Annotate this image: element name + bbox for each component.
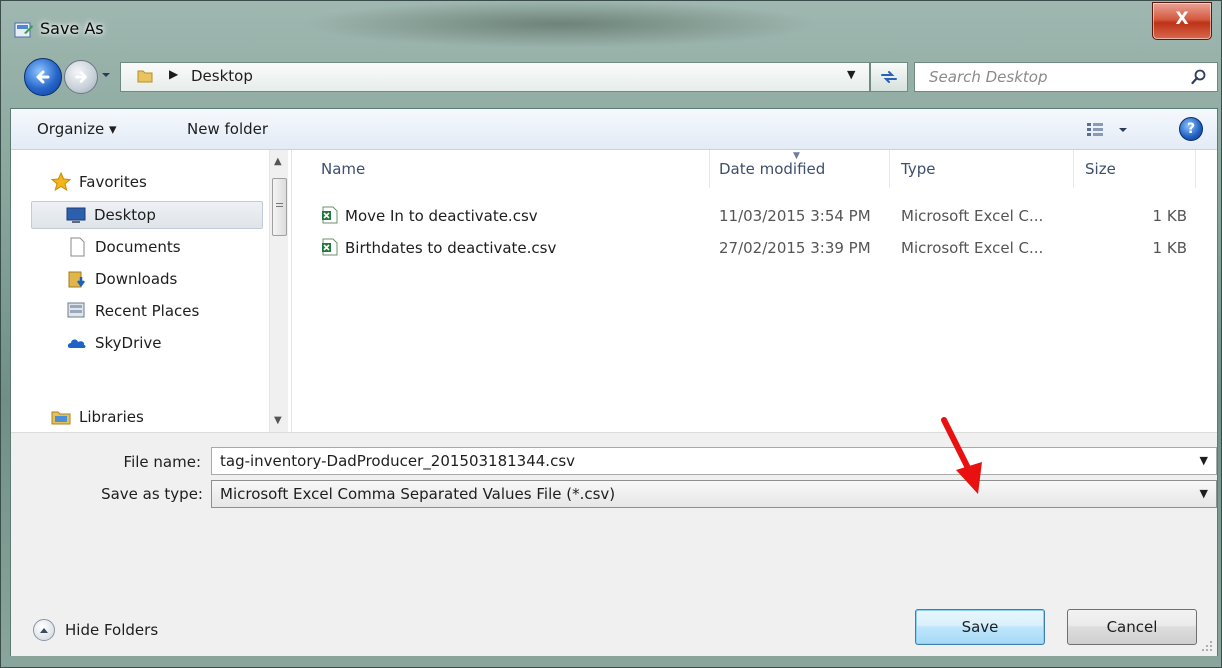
file-name: Move In to deactivate.csv <box>345 207 538 225</box>
cancel-button[interactable]: Cancel <box>1067 609 1197 645</box>
file-row[interactable]: Move In to deactivate.csv 11/03/2015 3:5… <box>293 202 1217 230</box>
save-type-value: Microsoft Excel Comma Separated Values F… <box>220 485 616 503</box>
forward-button[interactable] <box>64 60 98 94</box>
navigation-pane-scrollbar[interactable]: ▲ ▼ <box>269 150 288 432</box>
sidebar-item-label: SkyDrive <box>95 334 162 352</box>
file-type: Microsoft Excel C... <box>901 207 1044 225</box>
new-folder-button[interactable]: New folder <box>187 120 268 138</box>
save-button[interactable]: Save <box>915 609 1045 645</box>
sidebar-item-label: Recent Places <box>95 302 200 320</box>
dialog-body: Organize ▾ New folder ? Favorites Deskto… <box>10 108 1218 656</box>
back-button[interactable] <box>24 58 62 96</box>
search-input[interactable]: Search Desktop <box>914 62 1218 92</box>
title-bar[interactable]: Save As X <box>0 0 1222 48</box>
arrow-right-icon <box>75 71 87 83</box>
file-type: Microsoft Excel C... <box>901 239 1044 257</box>
sidebar-item-label: Documents <box>95 238 181 256</box>
address-bar[interactable]: ▶ Desktop ▼ <box>120 62 870 92</box>
sidebar-item-downloads[interactable]: Downloads <box>67 265 177 293</box>
sidebar-item-label: Libraries <box>79 408 144 426</box>
recent-pages-dropdown-icon[interactable] <box>99 68 113 82</box>
breadcrumb-separator-icon[interactable]: ▶ <box>169 67 178 81</box>
search-icon[interactable] <box>1191 69 1207 85</box>
recent-places-icon <box>67 302 85 318</box>
excel-file-icon <box>322 238 338 256</box>
resize-grip-icon[interactable] <box>1201 640 1213 652</box>
column-header-date-modified[interactable]: Date modified <box>719 150 879 188</box>
column-divider[interactable] <box>1073 150 1074 188</box>
desktop-icon <box>66 207 86 223</box>
save-type-label: Save as type: <box>101 485 203 503</box>
skydrive-icon <box>67 339 86 348</box>
file-date: 11/03/2015 3:54 PM <box>719 207 871 225</box>
annotation-arrow-icon <box>941 417 982 494</box>
file-name-value: tag-inventory-DadProducer_201503181344.c… <box>220 452 576 470</box>
sidebar-item-label: Desktop <box>94 206 156 224</box>
hide-folders-button[interactable]: Hide Folders <box>33 619 158 641</box>
downloads-icon <box>68 271 85 288</box>
chevron-down-icon[interactable]: ▼ <box>1200 454 1208 467</box>
file-date: 27/02/2015 3:39 PM <box>719 239 871 257</box>
sidebar-item-desktop[interactable]: Desktop <box>31 201 263 229</box>
column-divider[interactable] <box>709 150 710 188</box>
sidebar-item-favorites[interactable]: Favorites <box>51 168 147 196</box>
star-icon <box>51 172 71 192</box>
column-divider[interactable] <box>889 150 890 188</box>
folder-icon <box>137 70 153 83</box>
column-header-type[interactable]: Type <box>901 150 1061 188</box>
navigation-pane: Favorites Desktop Documents Downloads Re… <box>11 150 291 432</box>
window-frame: Save As X ▶ Desktop ▼ Search Desktop Org… <box>0 0 1222 668</box>
sidebar-item-documents[interactable]: Documents <box>67 233 181 261</box>
close-button[interactable]: X <box>1152 2 1212 40</box>
file-size: 1 KB <box>1152 239 1187 257</box>
refresh-icon <box>881 71 897 83</box>
scroll-up-icon[interactable]: ▲ <box>274 156 282 167</box>
column-header-name[interactable]: Name <box>321 150 701 188</box>
libraries-icon <box>51 411 71 425</box>
refresh-button[interactable] <box>870 62 908 92</box>
search-placeholder: Search Desktop <box>929 68 1048 86</box>
save-type-select[interactable]: Microsoft Excel Comma Separated Values F… <box>211 480 1217 508</box>
file-name-field[interactable]: tag-inventory-DadProducer_201503181344.c… <box>211 447 1217 475</box>
column-header-size[interactable]: Size <box>1085 150 1185 188</box>
navigation-bar: ▶ Desktop ▼ Search Desktop <box>0 56 1222 96</box>
breadcrumb-desktop[interactable]: Desktop <box>191 67 253 85</box>
hide-folders-label: Hide Folders <box>65 621 159 639</box>
sidebar-item-libraries[interactable]: Libraries <box>51 403 144 431</box>
sidebar-item-label: Favorites <box>79 173 147 191</box>
scrollbar-thumb[interactable] <box>272 178 287 236</box>
excel-file-icon <box>322 206 338 224</box>
arrow-left-icon <box>36 70 50 84</box>
help-button[interactable]: ? <box>1179 117 1203 141</box>
save-options-pane: File name: tag-inventory-DadProducer_201… <box>11 432 1217 656</box>
sidebar-item-recent-places[interactable]: Recent Places <box>67 297 199 325</box>
file-row[interactable]: Birthdates to deactivate.csv 27/02/2015 … <box>293 234 1217 262</box>
collapse-up-icon <box>33 619 55 641</box>
sidebar-item-label: Downloads <box>95 270 178 288</box>
window-title: Save As <box>40 19 104 38</box>
change-view-icon[interactable] <box>1085 121 1133 139</box>
command-bar: Organize ▾ New folder ? <box>11 109 1217 150</box>
file-name: Birthdates to deactivate.csv <box>345 239 557 257</box>
sidebar-item-skydrive[interactable]: SkyDrive <box>67 329 162 357</box>
scroll-down-icon[interactable]: ▼ <box>274 415 282 426</box>
file-name-label: File name: <box>123 453 201 471</box>
document-icon <box>70 237 85 257</box>
organize-menu[interactable]: Organize ▾ <box>37 120 117 138</box>
address-dropdown-icon[interactable]: ▼ <box>847 68 855 81</box>
save-as-icon <box>14 22 33 38</box>
file-list: Name ▼ Date modified Type Size Move In t… <box>293 150 1217 432</box>
pane-splitter[interactable] <box>291 150 292 432</box>
column-divider[interactable] <box>1195 150 1196 188</box>
chevron-down-icon[interactable]: ▼ <box>1200 487 1208 500</box>
file-size: 1 KB <box>1152 207 1187 225</box>
